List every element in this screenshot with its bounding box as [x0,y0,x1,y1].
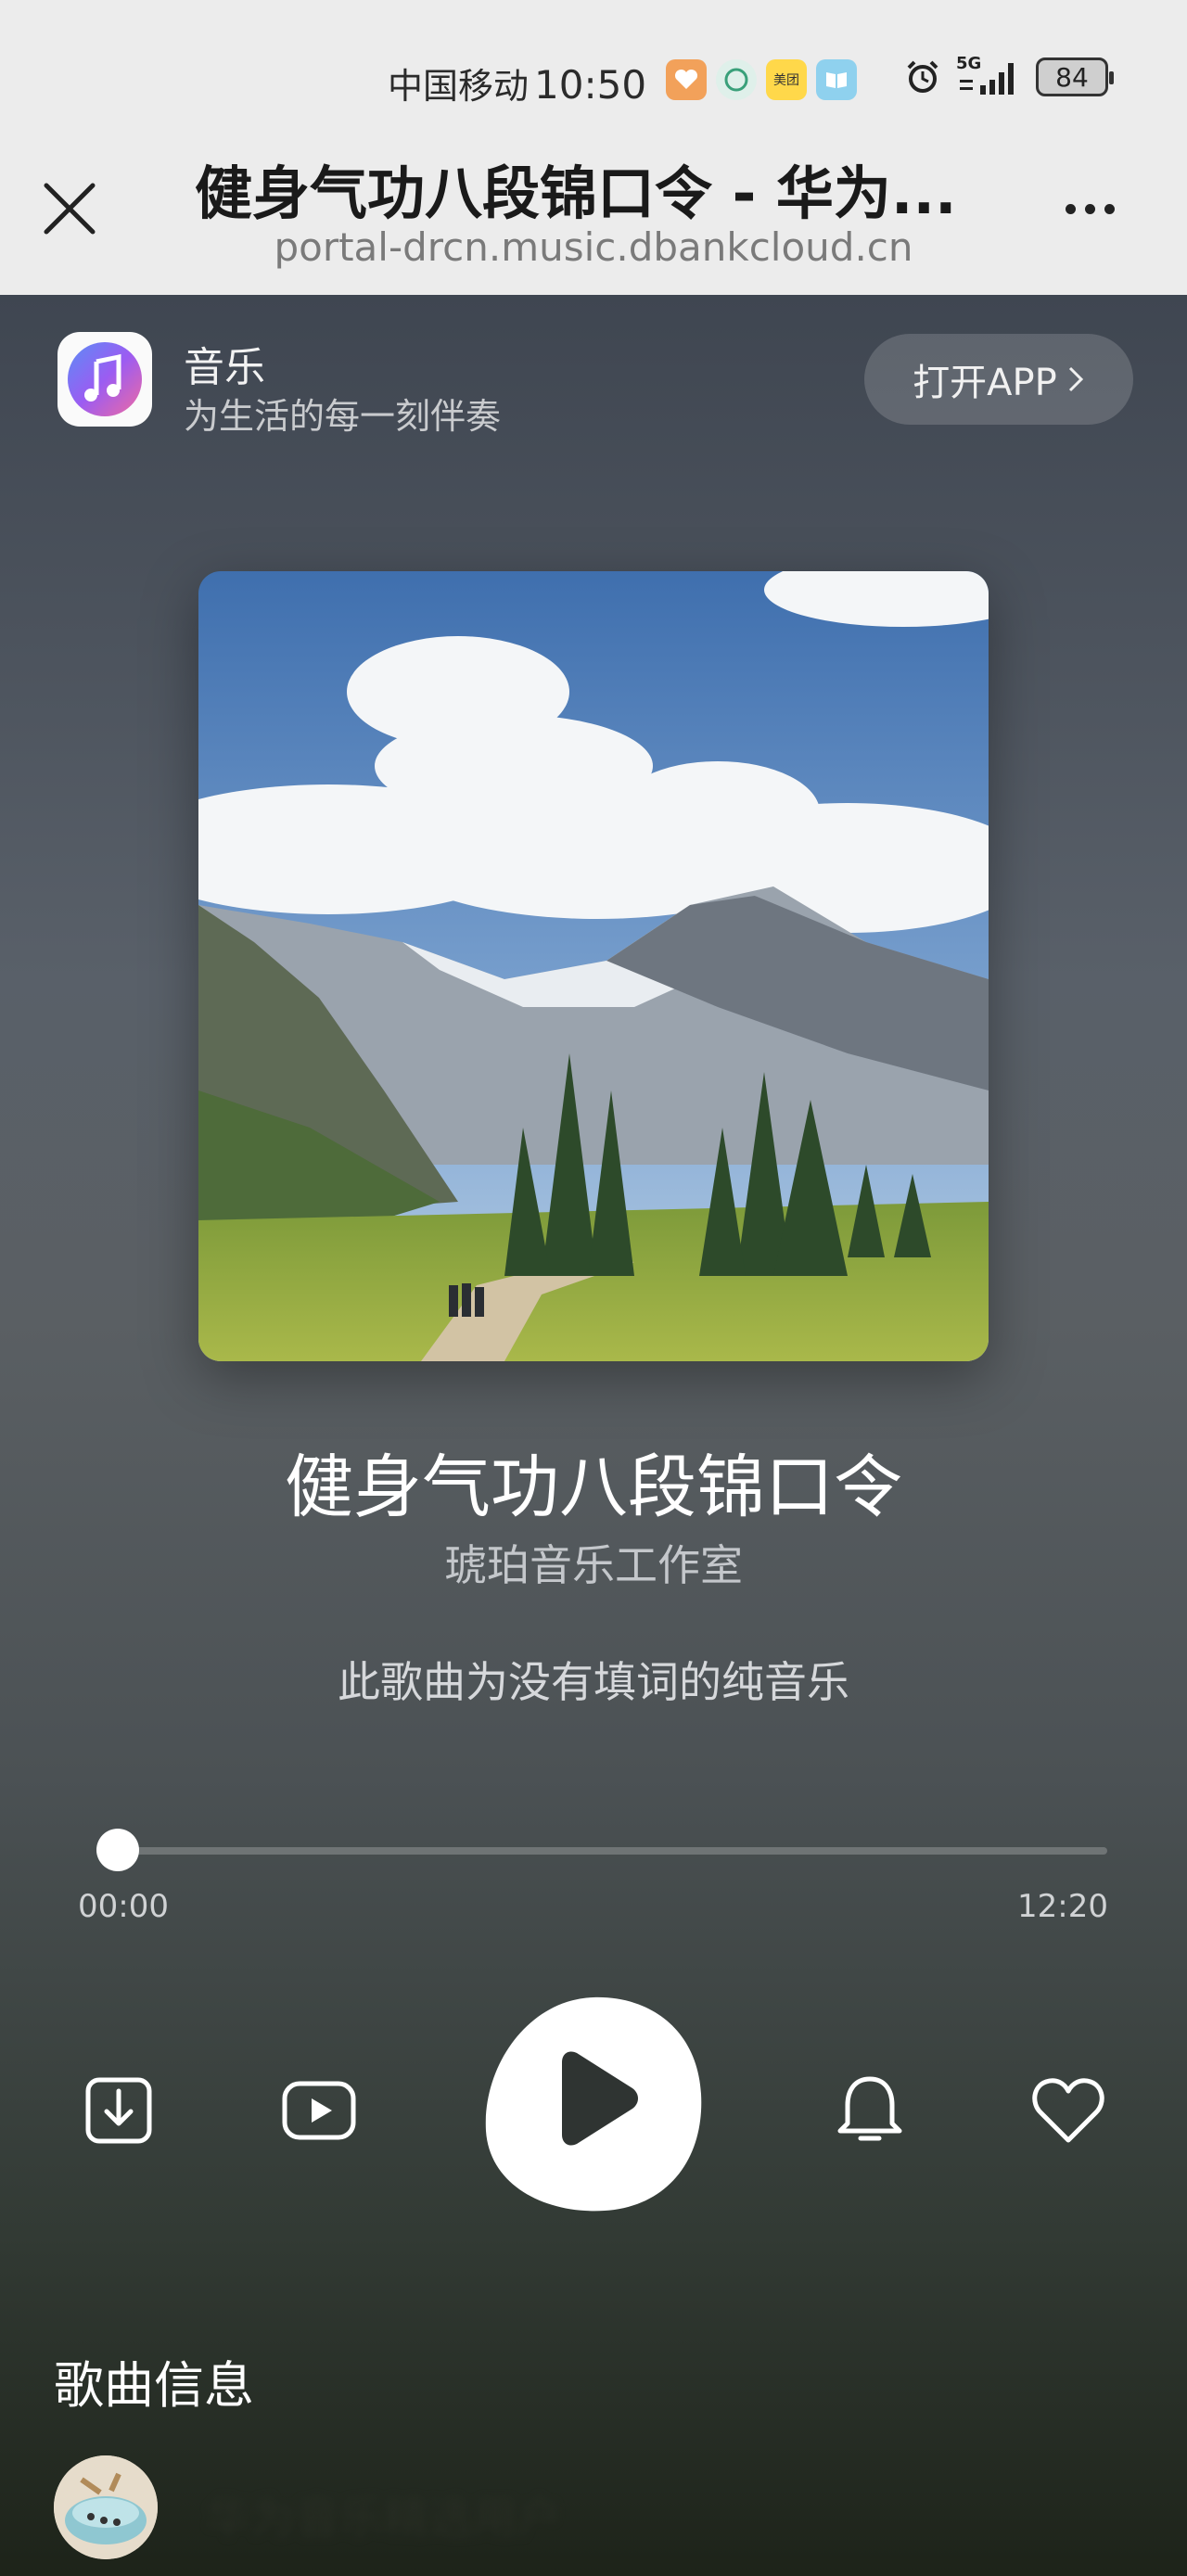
total-time: 12:20 [1017,1888,1108,1925]
more-dot-icon [1084,203,1095,214]
heart-icon [1032,2078,1104,2143]
favorites-app-icon [666,59,707,100]
playback-controls [0,1992,1187,2233]
alarm-icon [907,60,938,93]
signal-icon: 5G [956,54,1021,96]
uploader-name: 华为音乐精选用户 [206,2493,563,2544]
play-button[interactable] [482,1992,705,2214]
status-bar: 中国移动 10:50 美团 5G 84 [0,54,1187,108]
progress-bar[interactable] [96,1829,1107,1871]
app-name: 音乐 [184,344,265,391]
ringtone-button[interactable] [825,2066,914,2155]
avatar [54,2455,158,2559]
more-dot-icon [1065,203,1076,214]
open-app-button[interactable]: 打开APP [864,334,1133,425]
chevron-right-icon [1068,366,1083,392]
music-player: 音乐 为生活的每一刻伴奏 打开APP 健身气功八段锦口令 琥珀音乐工作室 此歌曲… [0,295,1187,2576]
lyrics-note: 此歌曲为没有填词的纯音乐 [338,1657,849,1707]
notification-icons: 美团 [666,59,857,100]
progress-thumb[interactable] [96,1829,139,1871]
meituan-app-icon: 美团 [766,59,807,100]
download-icon [85,2077,152,2144]
album-cover [198,571,989,1361]
video-icon [282,2081,356,2140]
browser-header: 中国移动 10:50 美团 5G 84 健身气功八段锦口令 - 华为... po… [0,0,1187,295]
play-icon [485,1996,702,2212]
reader-app-icon [816,59,857,100]
page-title: 健身气功八段锦口令 - 华为... [195,159,957,227]
mobile-app-icon [716,59,757,100]
song-info-heading: 歌曲信息 [54,2356,254,2415]
app-banner[interactable]: 音乐 为生活的每一刻伴奏 打开APP [57,332,1133,437]
page-url: portal-drcn.music.dbankcloud.cn [274,224,913,270]
more-dot-icon [1104,203,1115,214]
song-title: 健身气功八段锦口令 [285,1447,902,1527]
favorite-button[interactable] [1024,2066,1113,2155]
bell-icon [837,2076,902,2141]
song-artist[interactable]: 琥珀音乐工作室 [0,1532,1187,1593]
uploader-row[interactable]: 华为音乐精选用户 [54,2455,1139,2567]
download-button[interactable] [74,2066,163,2155]
app-slogan: 为生活的每一刻伴奏 [184,396,502,437]
video-button[interactable] [274,2066,364,2155]
clock: 10:50 [534,62,647,108]
more-options-button[interactable] [1048,185,1131,232]
music-app-logo [57,332,152,427]
carrier-name: 中国移动 [388,66,530,107]
current-time: 00:00 [78,1888,169,1925]
battery-indicator: 84 [1036,57,1114,96]
